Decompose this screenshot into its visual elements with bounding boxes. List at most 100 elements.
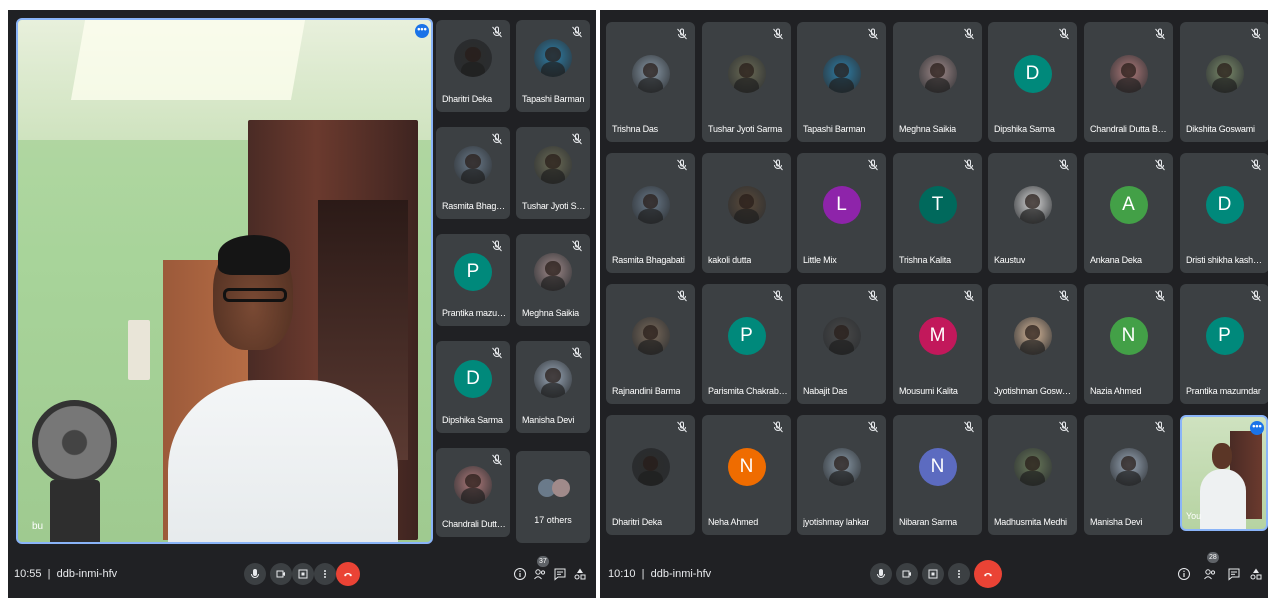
camera-button[interactable] [270, 563, 292, 585]
end-call-button[interactable] [336, 562, 360, 586]
more-options-button[interactable] [314, 563, 336, 585]
participant-tile[interactable]: N Nibaran Sarma [893, 415, 982, 535]
participant-name: Parismita Chakrabarty [708, 386, 789, 396]
fan [32, 400, 117, 485]
participant-tile[interactable]: Dharitri Deka [606, 415, 695, 535]
avatar [454, 146, 492, 184]
activities-button[interactable] [1248, 566, 1264, 582]
phone-hangup-icon [984, 573, 992, 577]
activities-button[interactable] [572, 566, 588, 582]
info-icon [1178, 568, 1190, 580]
more-options-button[interactable] [948, 563, 970, 585]
mic-off-icon [1057, 289, 1071, 303]
participant-tile[interactable]: Dikshita Goswami [1180, 22, 1268, 142]
people-icon [1204, 569, 1216, 580]
end-call-button[interactable] [974, 560, 1002, 588]
info-button[interactable] [512, 566, 528, 582]
participant-name: Chandrali Dutta Baru... [442, 519, 509, 529]
more-options-icon[interactable]: ••• [1250, 421, 1264, 435]
participant-tile[interactable]: N Nazia Ahmed [1084, 284, 1173, 404]
presenter-video[interactable]: bu ••• [16, 18, 433, 544]
mic-off-icon [1249, 289, 1263, 303]
participant-tile[interactable]: Kaustuv [988, 153, 1077, 273]
mic-button[interactable] [244, 563, 266, 585]
people-button[interactable] [532, 566, 548, 582]
participant-tile[interactable]: Rajnandini Barma [606, 284, 695, 404]
participant-tile[interactable]: Nabajit Das [797, 284, 886, 404]
mic-button[interactable] [870, 563, 892, 585]
avatar-initial: P [466, 261, 480, 282]
avatar-initial: D [1025, 63, 1040, 84]
right-meet-window: Trishna Das Tushar Jyoti Sarma Tapashi Bar… [600, 10, 1268, 598]
present-button[interactable] [292, 563, 314, 585]
chat-icon [554, 568, 566, 581]
mic-off-icon [675, 420, 689, 434]
participant-tile[interactable]: Tapashi Barman [516, 20, 590, 112]
participant-tile[interactable]: Meghna Saikia [516, 234, 590, 326]
participant-tile[interactable]: Tushar Jyoti Sarma [516, 127, 590, 219]
participant-name: Dipshika Sarma [442, 415, 503, 425]
avatar: N [1109, 317, 1148, 355]
chat-button[interactable] [552, 566, 568, 582]
participant-tile[interactable]: jyotishmay lahkar [797, 415, 886, 535]
participant-name: Chandrali Dutta Baruah [1090, 124, 1171, 134]
participant-tile[interactable]: Tushar Jyoti Sarma [702, 22, 791, 142]
people-button[interactable] [1202, 566, 1218, 582]
participant-tile[interactable]: D Dristi shikha kashyap [1180, 153, 1268, 273]
avatar: P [1205, 317, 1244, 355]
info-button[interactable] [1176, 566, 1192, 582]
participant-tile[interactable]: Dharitri Deka [436, 20, 510, 112]
present-button[interactable] [922, 563, 944, 585]
participant-tile[interactable]: Trishna Das [606, 22, 695, 142]
bottom-bar: 10:55 | ddb-inmi-hfv 37 [8, 550, 596, 598]
participant-tile[interactable]: Jyotishman Goswami [988, 284, 1077, 404]
avatar [534, 146, 572, 184]
avatar: P [727, 317, 766, 355]
participant-tile[interactable]: D Dipshika Sarma [436, 341, 510, 433]
participant-tile[interactable]: Meghna Saikia [893, 22, 982, 142]
avatar: M [918, 317, 957, 355]
participant-tile[interactable]: L Little Mix [797, 153, 886, 273]
left-meet-window: bu ••• Dharitri Deka Tapashi Barman Rasmit… [8, 10, 596, 598]
participant-tile[interactable]: Rasmita Bhagabati [606, 153, 695, 273]
avatar [1205, 55, 1244, 93]
others-tile[interactable]: 17 others [516, 451, 590, 543]
participant-tile[interactable]: D Dipshika Sarma [988, 22, 1077, 142]
avatar [631, 55, 670, 93]
participant-tile[interactable]: kakoli dutta [702, 153, 791, 273]
mic-off-icon [1249, 158, 1263, 172]
participant-tile[interactable]: P Prantika mazumdar [436, 234, 510, 326]
participant-tile[interactable]: Manisha Devi [1084, 415, 1173, 535]
avatar [631, 317, 670, 355]
participant-name: kakoli dutta [708, 255, 752, 265]
mic-off-icon [1057, 420, 1071, 434]
avatar-initial: A [1122, 194, 1135, 215]
camera-button[interactable] [896, 563, 918, 585]
participant-tile[interactable]: Rasmita Bhagabati [436, 127, 510, 219]
participant-tile[interactable]: Tapashi Barman [797, 22, 886, 142]
participant-tile[interactable]: Manisha Devi [516, 341, 590, 433]
avatar [822, 55, 861, 93]
more-options-icon[interactable]: ••• [415, 24, 429, 38]
present-icon [298, 569, 308, 579]
chat-button[interactable] [1226, 566, 1242, 582]
mic-off-icon [490, 453, 504, 467]
participant-tile[interactable]: T Trishna Kalita [893, 153, 982, 273]
participant-tile[interactable]: Chandrali Dutta Baru... [436, 448, 510, 537]
avatar [454, 39, 492, 77]
participant-tile[interactable]: Chandrali Dutta Baruah [1084, 22, 1173, 142]
avatar [1013, 317, 1052, 355]
participant-tile[interactable]: N Neha Ahmed [702, 415, 791, 535]
avatar [822, 448, 861, 486]
participant-tile[interactable]: P Parismita Chakrabarty [702, 284, 791, 404]
participant-tile[interactable]: P Prantika mazumdar [1180, 284, 1268, 404]
participant-name: Rajnandini Barma [612, 386, 681, 396]
mic-off-icon [570, 239, 584, 253]
mic-off-icon [866, 27, 880, 41]
participant-tile[interactable]: A Ankana Deka [1084, 153, 1173, 273]
presenter-name: bu [32, 521, 44, 532]
avatar: P [454, 253, 492, 291]
self-video-tile[interactable]: ••• You [1180, 415, 1268, 531]
participant-tile[interactable]: M Mousumi Kalita [893, 284, 982, 404]
participant-tile[interactable]: Madhusmita Medhi [988, 415, 1077, 535]
